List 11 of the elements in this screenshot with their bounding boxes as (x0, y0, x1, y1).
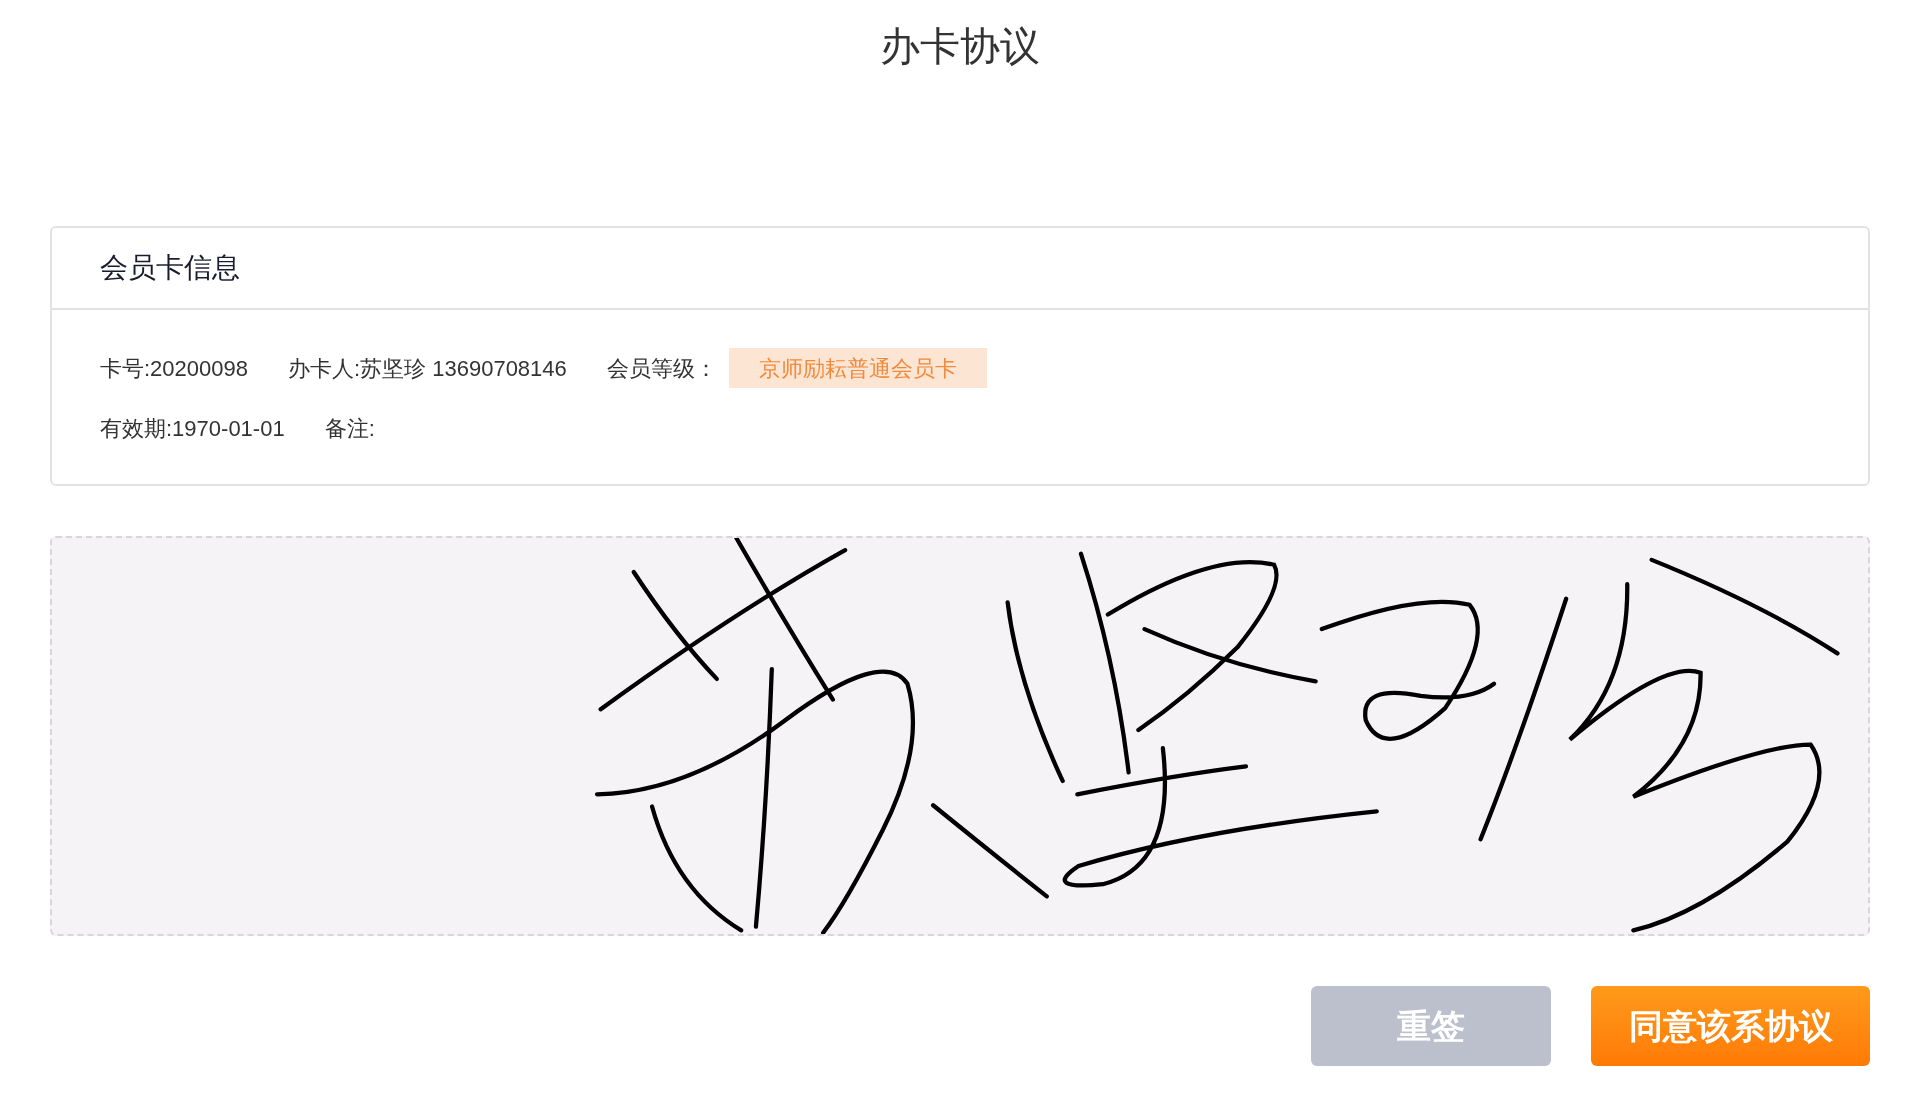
info-text: 备注: (324, 414, 375, 443)
info-text: 会员等级： (606, 354, 717, 383)
level-tag: 京师励耘普通会员卡 (728, 348, 987, 388)
page-title: 办卡协议 (880, 23, 1040, 70)
card-title: 会员卡信息 (100, 251, 240, 285)
agree-button[interactable]: 同意该系协议 (1591, 986, 1870, 1066)
re-sign-button[interactable]: 重签 (1311, 986, 1551, 1066)
signature-pad[interactable] (50, 536, 1870, 936)
info-text: 卡号:20200098 (100, 354, 248, 383)
info-text: 有效期:1970-01-01 (100, 414, 285, 443)
info-text: 办卡人:苏坚珍 13690708146 (288, 354, 567, 383)
